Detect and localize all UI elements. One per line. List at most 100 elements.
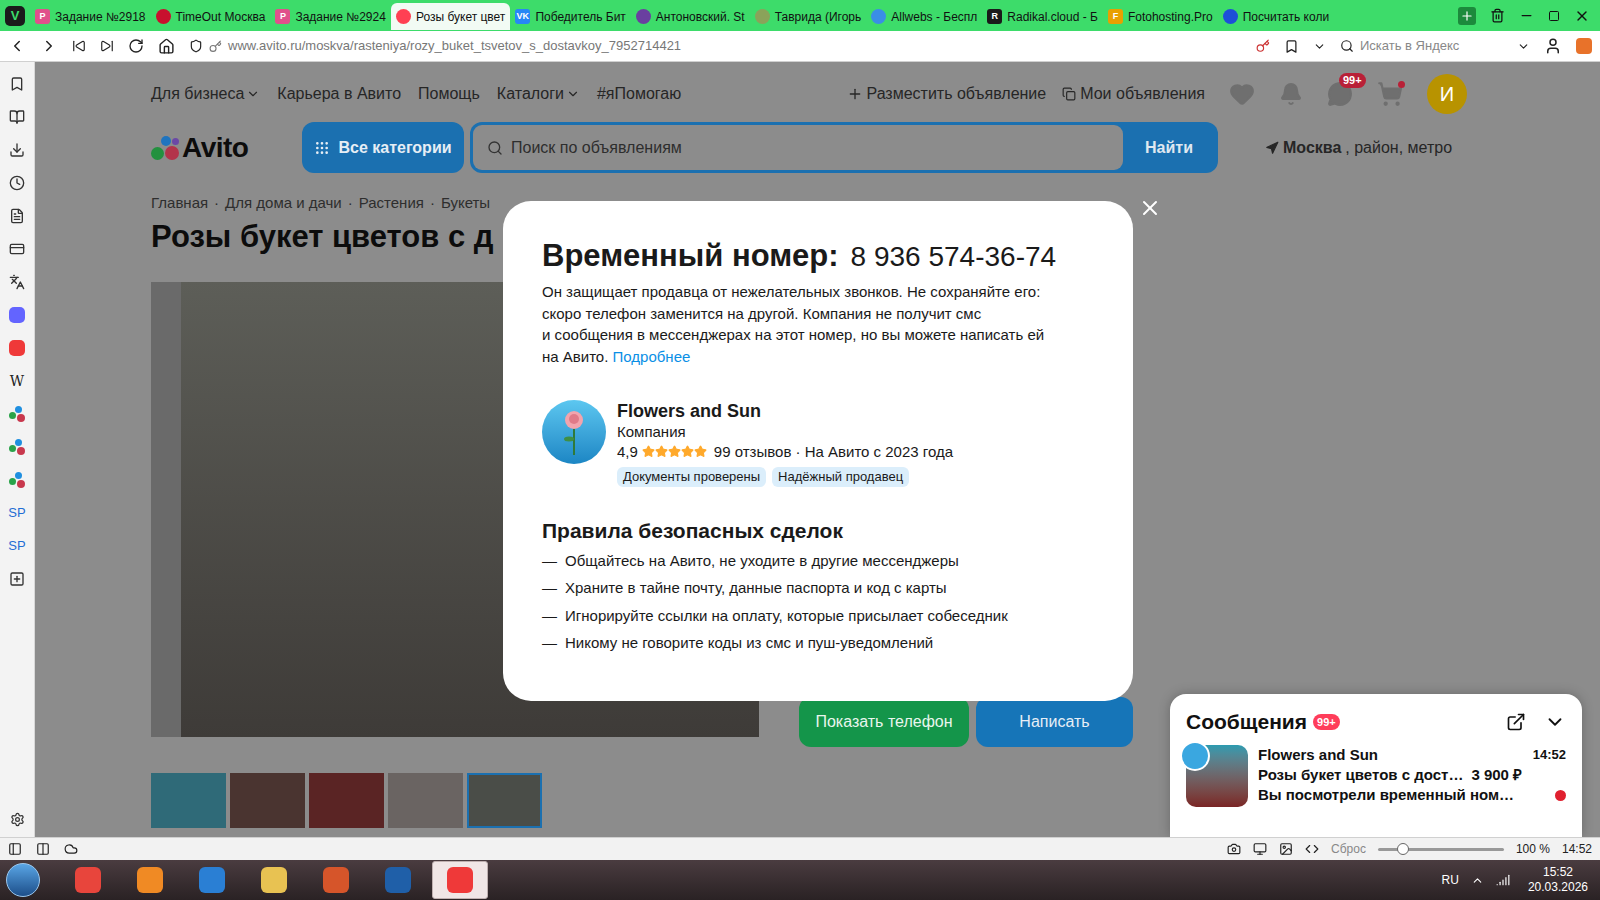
favorites-icon[interactable] <box>1229 81 1255 107</box>
back-icon[interactable] <box>8 37 26 55</box>
new-tab-button[interactable] <box>1458 7 1476 25</box>
mastodon-icon[interactable] <box>9 307 25 323</box>
bookmarks-icon[interactable] <box>9 76 25 92</box>
vivaldi-icon[interactable] <box>9 340 25 356</box>
search-button[interactable]: Найти <box>1123 125 1215 170</box>
browser-tab[interactable]: PЗадание №2924 <box>270 3 391 30</box>
taskbar-app[interactable] <box>370 861 426 899</box>
search-field[interactable]: Искать в Яндекс <box>1340 36 1530 56</box>
search-input[interactable]: Поиск по объявлениям <box>473 125 1123 170</box>
wallet-icon[interactable] <box>9 241 25 257</box>
zoom-slider[interactable] <box>1378 843 1504 855</box>
seller-name[interactable]: Flowers and Sun <box>617 400 953 422</box>
browser-tab[interactable]: TimeOut Москва <box>151 3 271 30</box>
taskbar-app[interactable] <box>60 861 116 899</box>
sync-icon[interactable] <box>64 842 78 856</box>
web-panel[interactable]: SP <box>8 505 25 521</box>
capture-icon[interactable] <box>1227 842 1241 856</box>
browser-tab[interactable]: RRadikal.cloud - Б <box>982 3 1103 30</box>
forward-icon[interactable] <box>40 37 58 55</box>
close-icon[interactable] <box>1574 8 1590 24</box>
notifications-icon[interactable] <box>1279 82 1303 106</box>
browser-logo[interactable]: V <box>0 0 30 31</box>
avito-panel-icon[interactable] <box>9 472 25 488</box>
browser-tab[interactable]: PЗадание №2918 <box>30 3 151 30</box>
browser-tab[interactable]: Таврида (Игорь <box>750 3 867 30</box>
taskbar-app[interactable] <box>122 861 178 899</box>
message-item[interactable]: Flowers and Sun14:52Розы букет цветов с … <box>1186 745 1566 807</box>
nav-link[interactable]: Карьера в Авито <box>277 82 401 106</box>
breadcrumb-link[interactable]: Букеты <box>441 194 490 212</box>
open-external-icon[interactable] <box>1506 712 1526 732</box>
web-panel[interactable]: SP <box>8 538 25 554</box>
images-icon[interactable] <box>1279 842 1293 856</box>
avito-panel-icon[interactable] <box>9 406 25 422</box>
home-icon[interactable] <box>158 38 175 55</box>
extension-icon[interactable] <box>1576 38 1592 54</box>
close-modal-button[interactable] <box>1138 196 1162 220</box>
browser-tab[interactable]: Розы букет цвет <box>391 3 510 30</box>
downloads-icon[interactable] <box>9 142 25 158</box>
taskbar-app[interactable] <box>432 861 488 899</box>
browser-tab[interactable]: Allwebs - Беспл <box>866 3 982 30</box>
messages-button[interactable]: 99+ <box>1327 81 1353 107</box>
breadcrumb-link[interactable]: Для дома и дачи <box>225 194 342 212</box>
show-phone-button[interactable]: Показать телефон <box>799 697 969 747</box>
window-icon[interactable] <box>1253 842 1267 856</box>
thumbnail[interactable] <box>309 773 384 828</box>
start-button[interactable] <box>6 863 40 897</box>
rewind-icon[interactable] <box>72 39 86 53</box>
history-icon[interactable] <box>9 175 25 191</box>
avito-panel-icon[interactable] <box>9 439 25 455</box>
browser-tab[interactable]: FFotohosting.Pro <box>1103 3 1218 30</box>
minimize-icon[interactable] <box>1519 8 1534 23</box>
settings-icon[interactable] <box>10 812 25 827</box>
profile-icon[interactable] <box>1544 37 1562 55</box>
zoom-reset[interactable]: Сброс <box>1331 840 1366 858</box>
browser-tab[interactable]: VKПобедитель Бит <box>510 3 630 30</box>
page-actions-icon[interactable] <box>1305 842 1319 856</box>
nav-link[interactable]: #яПомогаю <box>597 82 681 106</box>
browser-tab[interactable]: Посчитать коли <box>1218 3 1334 30</box>
user-avatar[interactable]: И <box>1427 74 1467 114</box>
panel-toggle-icon[interactable] <box>8 842 22 856</box>
translate-icon[interactable] <box>9 274 25 290</box>
breadcrumb-link[interactable]: Главная <box>151 194 208 212</box>
seller-avatar[interactable] <box>542 400 606 464</box>
wikipedia-panel[interactable]: W <box>10 373 24 389</box>
taskbar-app[interactable] <box>308 861 364 899</box>
browser-tab[interactable]: Антоновский. St <box>631 3 750 30</box>
collapse-icon[interactable] <box>1544 711 1566 733</box>
taskbar-app[interactable] <box>246 861 302 899</box>
dropdown-icon[interactable] <box>1313 40 1326 53</box>
taskbar-app[interactable] <box>184 861 240 899</box>
thumbnail[interactable] <box>467 773 542 828</box>
fast-forward-icon[interactable] <box>100 39 114 53</box>
categories-button[interactable]: Все категории <box>302 122 464 173</box>
trash-icon[interactable] <box>1490 8 1505 23</box>
reading-list-icon[interactable] <box>9 109 25 125</box>
nav-link[interactable]: Каталоги <box>497 82 580 106</box>
thumbnail[interactable] <box>230 773 305 828</box>
bookmark-icon[interactable] <box>1284 39 1299 54</box>
breadcrumb-link[interactable]: Растения <box>359 194 424 212</box>
tiling-icon[interactable] <box>36 842 50 856</box>
clock[interactable]: 15:5220.03.2026 <box>1522 865 1594 895</box>
write-button[interactable]: Написать <box>976 697 1133 747</box>
post-ad-link[interactable]: Разместить объявление <box>847 82 1047 106</box>
thumbnail[interactable] <box>151 773 226 828</box>
language-indicator[interactable]: RU <box>1442 871 1459 889</box>
cart-button[interactable] <box>1377 81 1403 107</box>
tray-arrow-icon[interactable] <box>1471 874 1484 887</box>
restore-icon[interactable] <box>1548 10 1560 22</box>
nav-link[interactable]: Помощь <box>418 82 480 106</box>
avito-logo[interactable]: Avito <box>151 133 253 163</box>
url-field[interactable]: www.avito.ru/moskva/rasteniya/rozy_buket… <box>228 36 681 56</box>
add-panel-icon[interactable] <box>9 571 25 587</box>
network-icon[interactable] <box>1496 873 1510 887</box>
thumbnail[interactable] <box>388 773 463 828</box>
my-ads-link[interactable]: Мои объявления <box>1062 82 1205 106</box>
notes-icon[interactable] <box>9 208 25 224</box>
reload-icon[interactable] <box>128 38 144 54</box>
more-link[interactable]: Подробнее <box>608 348 690 365</box>
